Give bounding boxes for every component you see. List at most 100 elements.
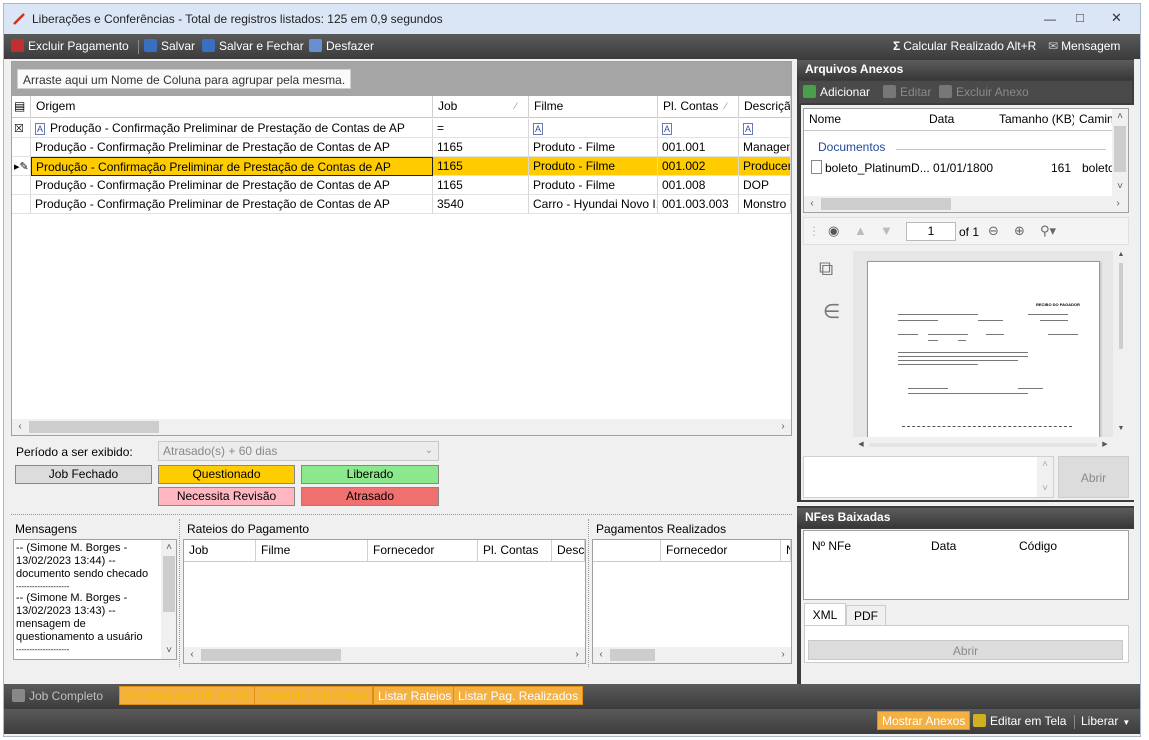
scroll-thumb[interactable] xyxy=(821,198,951,210)
anexos-col-caminho[interactable]: Camin xyxy=(1074,109,1114,131)
copy-icon[interactable]: ⧉ xyxy=(819,258,833,281)
editar-em-tela-button[interactable]: Editar em Tela xyxy=(973,714,1066,728)
scroll-left-icon[interactable]: ◀ xyxy=(853,437,869,453)
listar-pag-realizados-button[interactable]: Listar Pag. Realizados xyxy=(453,686,584,705)
scroll-down-icon[interactable]: ˅ xyxy=(161,643,176,659)
filter-clear-cell[interactable]: ☒ xyxy=(12,119,31,138)
rateios-hscrollbar[interactable]: ‹ › xyxy=(184,647,585,663)
rateios-grid[interactable]: Job Filme Fornecedor Pl. Contas Desc ‹ › xyxy=(183,539,586,664)
rateios-col-fornecedor[interactable]: Fornecedor xyxy=(368,540,478,562)
scroll-thumb[interactable] xyxy=(1119,263,1123,349)
maximize-icon[interactable]: □ xyxy=(1076,10,1084,25)
scroll-left-icon[interactable]: ‹ xyxy=(12,419,28,435)
anexos-hscrollbar[interactable]: ‹ › xyxy=(804,196,1128,212)
pdf-hscrollbar[interactable]: ◀ ▶ xyxy=(853,437,1113,453)
scroll-up-icon[interactable]: ˄ xyxy=(1037,457,1053,473)
mensagens-box[interactable]: -- (Simone M. Borges - 13/02/2023 13:44)… xyxy=(13,539,177,660)
liberar-button[interactable]: Liberar ▼ xyxy=(1081,714,1130,728)
scroll-thumb[interactable] xyxy=(869,443,1097,447)
rateios-col-job[interactable]: Job xyxy=(184,540,256,562)
scroll-down-icon[interactable]: ˅ xyxy=(1037,481,1053,497)
zoom-menu-icon[interactable]: ⚲▾ xyxy=(1040,223,1056,239)
scroll-down-icon[interactable]: ▼ xyxy=(1113,421,1129,437)
adicionar-anexo-button[interactable]: Adicionar xyxy=(803,85,870,99)
editar-anexo-button[interactable]: Editar xyxy=(883,85,931,99)
pagamentos-col-fornecedor[interactable]: Fornecedor xyxy=(661,540,781,562)
mostrar-anexos-button[interactable]: Mostrar Anexos xyxy=(877,711,971,730)
anexos-col-tamanho[interactable]: Tamanho (KB) xyxy=(994,109,1074,131)
close-icon[interactable]: ✕ xyxy=(1111,10,1122,26)
job-completo-button[interactable]: Job Completo xyxy=(12,689,103,703)
minimize-icon[interactable]: — xyxy=(1044,12,1056,26)
somente-job-aberto-button[interactable]: Somente Job Aberto xyxy=(254,686,373,705)
anexos-list[interactable]: Nome Data Tamanho (KB) Camin Documentos … xyxy=(803,108,1129,213)
anexos-vscrollbar[interactable]: ˄ ˅ xyxy=(1112,109,1128,196)
page-up-icon[interactable]: ▲ xyxy=(854,223,867,238)
desfazer-button[interactable]: Desfazer xyxy=(309,39,374,53)
pagamentos-col-blank[interactable] xyxy=(593,540,661,562)
scroll-thumb[interactable] xyxy=(1114,126,1126,172)
scroll-right-icon[interactable]: › xyxy=(775,419,791,435)
scroll-down-icon[interactable]: ˅ xyxy=(1112,179,1128,195)
rateios-col-desc[interactable]: Desc xyxy=(552,540,585,562)
scroll-thumb[interactable] xyxy=(163,556,175,612)
nfes-col-codigo[interactable]: Código xyxy=(1019,539,1057,553)
nfes-col-data[interactable]: Data xyxy=(931,539,956,553)
filter-filme[interactable]: A xyxy=(529,119,658,138)
scroll-left-icon[interactable]: ‹ xyxy=(593,647,609,663)
binoculars-icon[interactable]: ◉ xyxy=(828,223,839,239)
scroll-thumb[interactable] xyxy=(610,649,655,661)
mensagens-vscrollbar[interactable]: ˄ ˅ xyxy=(161,540,176,659)
pagamentos-grid[interactable]: Fornecedor N ‹ › xyxy=(592,539,792,664)
tab-pdf[interactable]: PDF xyxy=(846,605,886,626)
pagamentos-col-n[interactable]: N xyxy=(781,540,791,562)
nfes-grid[interactable]: Nº NFe Data Código xyxy=(803,530,1129,600)
row-indicator-header[interactable]: ▤ xyxy=(12,96,31,118)
scroll-left-icon[interactable]: ‹ xyxy=(804,196,820,212)
col-origem[interactable]: Origem xyxy=(31,96,433,118)
nfes-col-numero[interactable]: Nº NFe xyxy=(812,539,851,553)
zoom-out-icon[interactable]: ⊖ xyxy=(988,223,999,239)
excluir-pagamento-button[interactable]: Excluir Pagamento xyxy=(11,39,129,53)
horizontal-splitter[interactable] xyxy=(11,514,792,517)
col-descricao[interactable]: Descrição xyxy=(739,96,791,118)
anexos-col-nome[interactable]: Nome xyxy=(804,109,924,131)
calcular-realizado-button[interactable]: Σ Calcular Realizado Alt+R xyxy=(893,39,1036,53)
scroll-up-icon[interactable]: ˄ xyxy=(161,540,176,556)
anexos-abrir-button[interactable]: Abrir xyxy=(1058,456,1129,498)
scroll-thumb[interactable] xyxy=(201,649,341,661)
filter-origem[interactable]: A Produção - Confirmação Preliminar de Pr… xyxy=(31,119,433,138)
scroll-thumb[interactable] xyxy=(29,421,159,433)
legend-liberado[interactable]: Liberado xyxy=(301,465,439,484)
scroll-right-icon[interactable]: › xyxy=(775,647,791,663)
tab-xml[interactable]: XML xyxy=(804,603,846,626)
scroll-up-icon[interactable]: ˄ xyxy=(1112,109,1128,125)
filter-pl-contas[interactable]: A xyxy=(658,119,739,138)
anexos-col-data[interactable]: Data xyxy=(924,109,994,131)
period-select[interactable]: Atrasado(s) + 60 dias ⌄ xyxy=(158,441,439,461)
nfes-abrir-button[interactable]: Abrir xyxy=(808,640,1123,660)
legend-atrasado[interactable]: Atrasado xyxy=(301,487,439,506)
scroll-right-icon[interactable]: › xyxy=(569,647,585,663)
rateios-col-filme[interactable]: Filme xyxy=(256,540,368,562)
col-filme[interactable]: Filme xyxy=(529,96,658,118)
zoom-in-icon[interactable]: ⊕ xyxy=(1014,223,1025,239)
scroll-right-icon[interactable]: ▶ xyxy=(1097,437,1113,453)
excluir-anexo-button[interactable]: Excluir Anexo xyxy=(939,85,1029,99)
legend-questionado[interactable]: Questionado xyxy=(158,465,295,484)
legend-revisao[interactable]: Necessita Revisão xyxy=(158,487,295,506)
page-down-icon[interactable]: ▼ xyxy=(880,223,893,238)
page-input[interactable]: 1 xyxy=(906,222,956,241)
pagamentos-hscrollbar[interactable]: ‹ › xyxy=(593,647,791,663)
legend-job-fechado[interactable]: Job Fechado xyxy=(15,465,152,484)
anexos-note-box[interactable]: ˄ ˅ xyxy=(803,456,1054,498)
attachment-icon[interactable]: ∈ xyxy=(823,299,840,324)
scroll-left-icon[interactable]: ‹ xyxy=(184,647,200,663)
rateios-col-pl-contas[interactable]: Pl. Contas xyxy=(478,540,552,562)
scroll-up-icon[interactable]: ▲ xyxy=(1113,247,1129,263)
note-vscrollbar[interactable]: ˄ ˅ xyxy=(1037,457,1053,497)
mensagem-button[interactable]: ✉ Mensagem xyxy=(1048,39,1120,53)
scroll-right-icon[interactable]: › xyxy=(1110,196,1126,212)
salvar-button[interactable]: Salvar xyxy=(144,39,195,53)
salvar-fechar-button[interactable]: Salvar e Fechar xyxy=(202,39,304,53)
